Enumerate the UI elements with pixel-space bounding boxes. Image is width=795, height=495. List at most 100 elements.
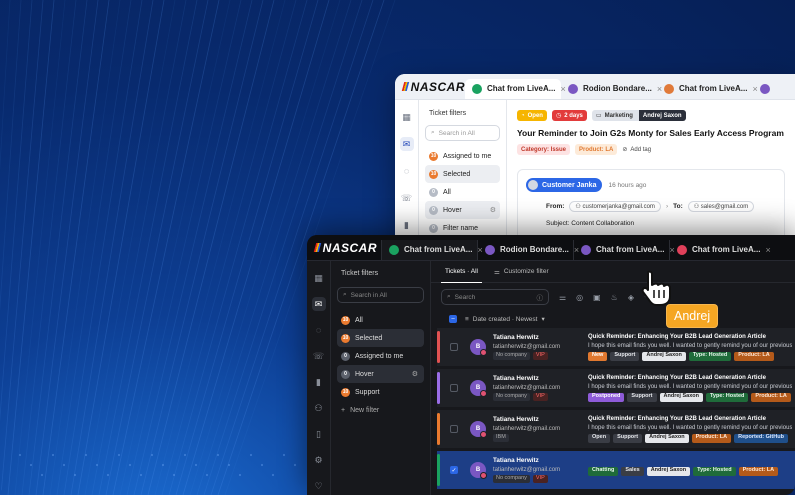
assignee-badge[interactable]: Andrej Saxon bbox=[638, 110, 686, 121]
ticket-search-input[interactable]: ⌕ Search ⓘ bbox=[441, 289, 549, 305]
contact-email: tatianherwitz@gmail.com bbox=[493, 384, 561, 391]
dark-tab-2[interactable]: Rodion Bondare... × bbox=[477, 239, 579, 260]
ticket-tag[interactable]: New bbox=[588, 351, 608, 361]
filter-item[interactable]: 10 Assigned to me bbox=[425, 147, 500, 165]
search-icon: ⌕ bbox=[431, 129, 435, 136]
ticket-tag[interactable]: Product: LA bbox=[691, 433, 732, 443]
chat-icon[interactable]: ◌ bbox=[312, 323, 326, 337]
row-checkbox[interactable] bbox=[450, 343, 458, 351]
light-tab-3[interactable]: Chat from LiveA... × bbox=[657, 79, 758, 99]
table-row[interactable]: B Tatiana Herwitz tatianherwitz@gmail.co… bbox=[437, 369, 795, 407]
ticket-tag[interactable]: Product: LA bbox=[734, 351, 774, 361]
product-tag[interactable]: Product: LA bbox=[575, 144, 618, 155]
background-line bbox=[140, 0, 264, 495]
background-dot bbox=[216, 453, 220, 457]
ticket-tag[interactable]: Chatting bbox=[588, 466, 619, 476]
bulk-check-icon[interactable]: ◎ bbox=[576, 293, 583, 302]
close-icon[interactable]: × bbox=[765, 245, 770, 255]
search-icon: ⌕ bbox=[343, 291, 347, 298]
team-badge[interactable]: ▭ Marketing Andrej Saxon bbox=[591, 110, 686, 121]
status-stripe bbox=[437, 413, 440, 445]
favorites-icon[interactable]: ♡ bbox=[312, 479, 326, 493]
contact-email: tatianherwitz@gmail.com bbox=[493, 343, 561, 350]
phone-icon[interactable]: ☏ bbox=[312, 349, 326, 363]
filters-search-input[interactable]: ⌕ Search in All bbox=[425, 125, 500, 141]
select-all-checkbox[interactable]: – bbox=[449, 315, 457, 323]
gear-icon[interactable]: ⚙ bbox=[412, 370, 418, 378]
light-tab-4[interactable]: × bbox=[753, 79, 795, 99]
ticket-tag[interactable]: Open bbox=[588, 433, 611, 443]
chat-icon[interactable]: ◌ bbox=[400, 164, 414, 178]
gear-icon[interactable]: ⚙ bbox=[490, 206, 496, 214]
filter-item[interactable]: 0 Assigned to me bbox=[337, 347, 424, 365]
inbox-icon[interactable]: ✉ bbox=[311, 297, 326, 311]
ticket-tag[interactable]: Type: Hosted bbox=[693, 466, 736, 476]
background-line bbox=[91, 0, 187, 495]
table-row[interactable]: ✓ B Tatiana Herwitz tatianherwitz@gmail.… bbox=[437, 451, 795, 489]
sort-dropdown[interactable]: ≡ Date created · Newest ▾ bbox=[465, 315, 545, 324]
sender-pill[interactable]: Customer Janka bbox=[526, 178, 603, 192]
table-row[interactable]: B Tatiana Herwitz tatianherwitz@gmail.co… bbox=[437, 410, 795, 448]
category-tag[interactable]: Category: Issue bbox=[517, 144, 571, 155]
filter-count-badge: 0 bbox=[429, 205, 438, 215]
filter-icon[interactable]: ⚌ bbox=[559, 293, 566, 302]
archive-icon[interactable]: ▣ bbox=[593, 293, 601, 302]
table-row[interactable]: B Tatiana Herwitz tatianherwitz@gmail.co… bbox=[437, 328, 795, 366]
dark-tab-4[interactable]: Chat from LiveA... × bbox=[669, 239, 771, 260]
ticket-tag[interactable]: Andrej Saxon bbox=[646, 466, 691, 476]
filter-item[interactable]: 10 Selected bbox=[337, 329, 424, 347]
reports-icon[interactable]: ▮ bbox=[400, 218, 414, 232]
knowledge-base-icon[interactable]: ▯ bbox=[312, 427, 326, 441]
ticket-tag[interactable]: Andrej Saxon bbox=[642, 351, 686, 361]
dashboard-icon[interactable]: ▦ bbox=[400, 110, 414, 124]
tab-tickets-all[interactable]: Tickets · All bbox=[441, 261, 482, 283]
ticket-tag[interactable]: Postponed bbox=[588, 392, 625, 402]
dark-tab-1[interactable]: Chat from LiveA... × bbox=[381, 239, 483, 260]
avatar: B bbox=[470, 339, 487, 356]
filter-item[interactable]: 10 Selected bbox=[425, 165, 500, 183]
row-checkbox[interactable]: ✓ bbox=[450, 466, 458, 474]
filter-item[interactable]: 0 Hover ⚙ bbox=[425, 201, 500, 219]
light-tab-2[interactable]: Rodion Bondare... × bbox=[561, 79, 662, 99]
chat-icon bbox=[472, 83, 482, 94]
reports-icon[interactable]: ▮ bbox=[312, 375, 326, 389]
filters-title: Ticket filters bbox=[341, 270, 379, 277]
status-badge[interactable]: ◔ Open bbox=[517, 110, 547, 121]
to-email: sales@gmail.com bbox=[700, 204, 749, 210]
ticket-tag[interactable]: Type: Hosted bbox=[705, 392, 749, 402]
tab-customize-filter[interactable]: ⚌ Customize filter bbox=[494, 268, 549, 276]
ticket-tag[interactable]: Type: Hosted bbox=[688, 351, 732, 361]
row-checkbox[interactable] bbox=[450, 425, 458, 433]
dark-tab-3[interactable]: Chat from LiveA... × bbox=[573, 239, 675, 260]
to-email-pill[interactable]: ⚇ sales@gmail.com bbox=[687, 201, 755, 212]
background-line bbox=[126, 0, 242, 495]
ticket-tag[interactable]: Andrej Saxon bbox=[645, 433, 689, 443]
filter-item[interactable]: 10 Support bbox=[337, 383, 424, 401]
ticket-tag[interactable]: Support bbox=[627, 392, 657, 402]
priority-icon[interactable]: ♨ bbox=[611, 293, 618, 302]
light-tab-1[interactable]: Chat from LiveA... × bbox=[465, 78, 566, 99]
filter-item[interactable]: 0 Hover ⚙ bbox=[337, 365, 424, 383]
from-email-pill[interactable]: ⚇ customerjanka@gmail.com bbox=[569, 201, 661, 212]
nascar-logo-mark bbox=[401, 82, 409, 91]
ticket-tag[interactable]: Support bbox=[610, 351, 640, 361]
merge-icon[interactable]: ◈ bbox=[628, 293, 634, 302]
add-tag-button[interactable]: ⊘ Add tag bbox=[622, 146, 651, 154]
ticket-tag[interactable]: Reported: GitHub bbox=[734, 433, 788, 443]
ticket-tag[interactable]: Andrej Saxon bbox=[659, 392, 703, 402]
ticket-tag[interactable]: Sales bbox=[621, 466, 644, 476]
settings-icon[interactable]: ⚙ bbox=[312, 453, 326, 467]
ticket-tag[interactable]: Support bbox=[613, 433, 643, 443]
new-filter-button[interactable]: + New filter bbox=[337, 407, 424, 414]
row-checkbox[interactable] bbox=[450, 384, 458, 392]
filter-item[interactable]: 10 All bbox=[337, 311, 424, 329]
phone-icon[interactable]: ☏ bbox=[400, 191, 414, 205]
contacts-icon[interactable]: ⚇ bbox=[312, 401, 326, 415]
dashboard-icon[interactable]: ▦ bbox=[312, 271, 326, 285]
inbox-icon[interactable]: ✉ bbox=[399, 137, 414, 151]
ticket-tag[interactable]: Product: LA bbox=[738, 466, 779, 476]
filters-search-input[interactable]: ⌕ Search in All bbox=[337, 287, 424, 303]
clock-icon: ◷ bbox=[555, 113, 562, 119]
ticket-tag[interactable]: Product: LA bbox=[751, 392, 791, 402]
filter-item[interactable]: 0 All bbox=[425, 183, 500, 201]
